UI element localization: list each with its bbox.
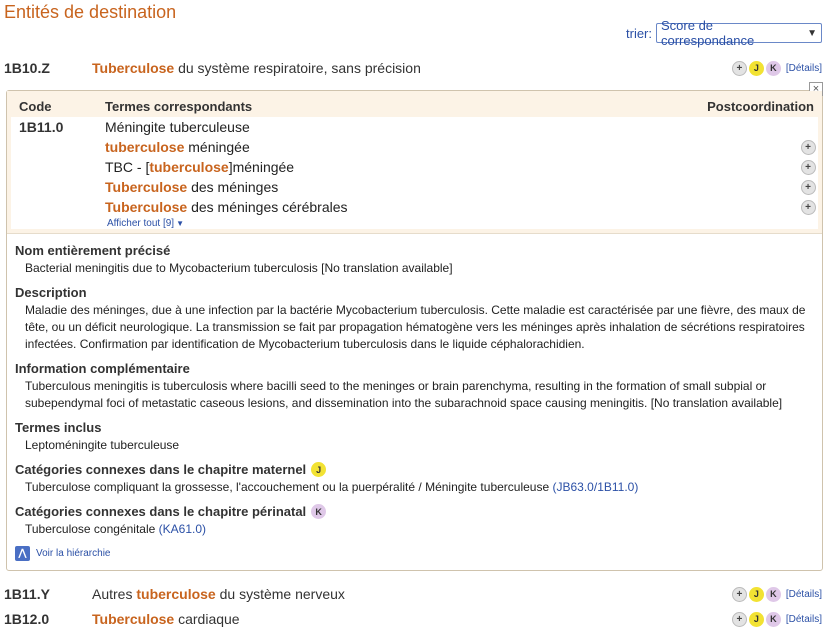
entity-actions: + J K [Détails] [731,60,822,76]
maternal-chapter-text: Tuberculose compliquant la grossesse, l'… [25,480,550,494]
caret-down-icon: ▼ [176,219,184,228]
term-text: Méningite tuberculeuse [105,119,798,135]
maternal-chapter-label: Catégories connexes dans le chapitre mat… [15,462,307,477]
postcoord-plus-icon[interactable]: + [800,179,816,195]
entity-code: 1B12.0 [4,611,50,627]
additional-info-text: Tuberculous meningitis is tuberculosis w… [25,379,783,410]
entity-info: Nom entièrement précisé Bacterial mening… [15,243,814,561]
entity-actions: + J K [Détails] [731,586,822,602]
postcoord-plus-icon[interactable]: + [731,60,747,76]
postcoord-plus-icon[interactable]: + [800,159,816,175]
entity-title-pre: Autres [92,586,137,602]
maternal-chapter-body: Tuberculose compliquant la grossesse, l'… [15,479,814,496]
header-postcoordination: Postcoordination [707,99,814,114]
postcoord-plus-icon[interactable]: + [731,586,747,602]
perinatal-k-badge: K [765,611,781,627]
term-post: ]méningée [228,159,295,175]
term-row: Tuberculose des méninges cérébrales + [11,197,818,217]
details-link[interactable]: [Détails] [786,614,822,625]
maternal-j-badge: J [748,586,764,602]
entity-detail-panel: × Code Termes correspondants Postcoordin… [6,82,823,571]
entity-title: Autres tuberculose du système nerveux [92,586,732,602]
perinatal-chapter-title: Catégories connexes dans le chapitre pér… [15,504,814,519]
term-post: méningée [184,139,250,155]
term-post: des méninges cérébrales [187,199,348,215]
header-code: Code [19,99,52,114]
maternal-j-badge: J [748,60,764,76]
sort-select[interactable]: Score de correspondance ▼ [656,18,822,48]
entity-code: 1B10.Z [4,60,50,76]
hierarchy-icon: ⋀ [15,546,30,561]
entity-row[interactable]: 1B10.Z Tuberculose du système respiratoi… [4,57,822,79]
highlight-term: tuberculose [136,586,216,602]
entity-title-rest: du système nerveux [215,586,345,602]
maternal-j-badge: J [311,462,327,477]
entity-title: Tuberculose cardiaque [92,611,732,627]
entity-title: Tuberculose du système respiratoire, san… [92,60,732,76]
term-post: Méningite tuberculeuse [105,119,250,135]
details-link[interactable]: [Détails] [786,63,822,74]
matching-terms-box: Code Termes correspondants Postcoordinat… [7,91,822,234]
inclusions-title: Termes inclus [15,420,102,435]
header-terms: Termes correspondants [105,99,253,114]
terms-header: Code Termes correspondants Postcoordinat… [19,99,814,114]
highlight-term: Tuberculose [105,179,188,195]
full-name-text: Bacterial meningitis due to Mycobacteriu… [25,261,453,275]
terms-list: 1B11.0 Méningite tuberculeuse tuberculos… [11,117,818,229]
description-text: Maladie des méninges, due à une infectio… [25,303,806,351]
chevron-down-icon: ▼ [807,27,817,39]
perinatal-chapter-text: Tuberculose congénitale [25,522,156,536]
term-text: TBC - [tuberculose]méningée [105,159,798,175]
entity-code: 1B11.Y [4,586,50,602]
highlight-term: tuberculose [105,139,185,155]
perinatal-code-link[interactable]: (KA61.0) [159,522,206,536]
term-pre: TBC - [ [105,159,150,175]
perinatal-chapter-label: Catégories connexes dans le chapitre pér… [15,504,307,519]
entity-title-rest: du système respiratoire, sans précision [174,60,421,76]
sort-control: trier: Score de correspondance ▼ [626,18,822,48]
perinatal-k-badge: K [765,586,781,602]
highlight-term: tuberculose [149,159,229,175]
entity-actions: + J K [Détails] [731,611,822,627]
postcoord-plus-icon[interactable]: + [800,199,816,215]
view-hierarchy-label: Voir la hiérarchie [36,548,111,559]
perinatal-chapter-body: Tuberculose congénitale (KA61.0) [15,521,814,538]
term-post: des méninges [187,179,279,195]
description-title: Description [15,285,87,300]
highlight-term: Tuberculose [92,611,175,627]
perinatal-k-badge: K [311,504,327,519]
entity-row[interactable]: 1B11.Y Autres tuberculose du système ner… [4,583,822,605]
maternal-code-link[interactable]: (JB63.0/1B11.0) [553,480,639,494]
sort-selected-value: Score de correspondance [661,18,755,48]
view-hierarchy-link[interactable]: ⋀ Voir la hiérarchie [15,546,814,561]
postcoord-plus-icon[interactable]: + [731,611,747,627]
page-title: Entités de destination [4,2,177,22]
term-row: 1B11.0 Méningite tuberculeuse [11,117,818,137]
additional-info-title: Information complémentaire [15,361,190,376]
entity-title-rest: cardiaque [174,611,240,627]
term-row: tuberculose méningée + [11,137,818,157]
maternal-chapter-title: Catégories connexes dans le chapitre mat… [15,462,814,477]
perinatal-k-badge: K [765,60,781,76]
term-row: TBC - [tuberculose]méningée + [11,157,818,177]
term-text: Tuberculose des méninges cérébrales [105,199,798,215]
term-text: Tuberculose des méninges [105,179,798,195]
term-row: Tuberculose des méninges + [11,177,818,197]
sort-label: trier: [626,25,652,41]
term-code: 1B11.0 [19,119,64,135]
full-name-title: Nom entièrement précisé [15,243,171,258]
term-text: tuberculose méningée [105,139,798,155]
details-link[interactable]: [Détails] [786,589,822,600]
postcoord-plus-icon[interactable]: + [800,139,816,155]
highlight-term: Tuberculose [92,60,175,76]
maternal-j-badge: J [748,611,764,627]
inclusions-text: Leptoméningite tuberculeuse [25,438,180,452]
show-all-link[interactable]: Afficher tout [9] ▼ [11,218,818,229]
show-all-label: Afficher tout [9] [107,218,175,229]
entity-row[interactable]: 1B12.0 Tuberculose cardiaque + J K [Déta… [4,608,822,630]
highlight-term: Tuberculose [105,199,188,215]
